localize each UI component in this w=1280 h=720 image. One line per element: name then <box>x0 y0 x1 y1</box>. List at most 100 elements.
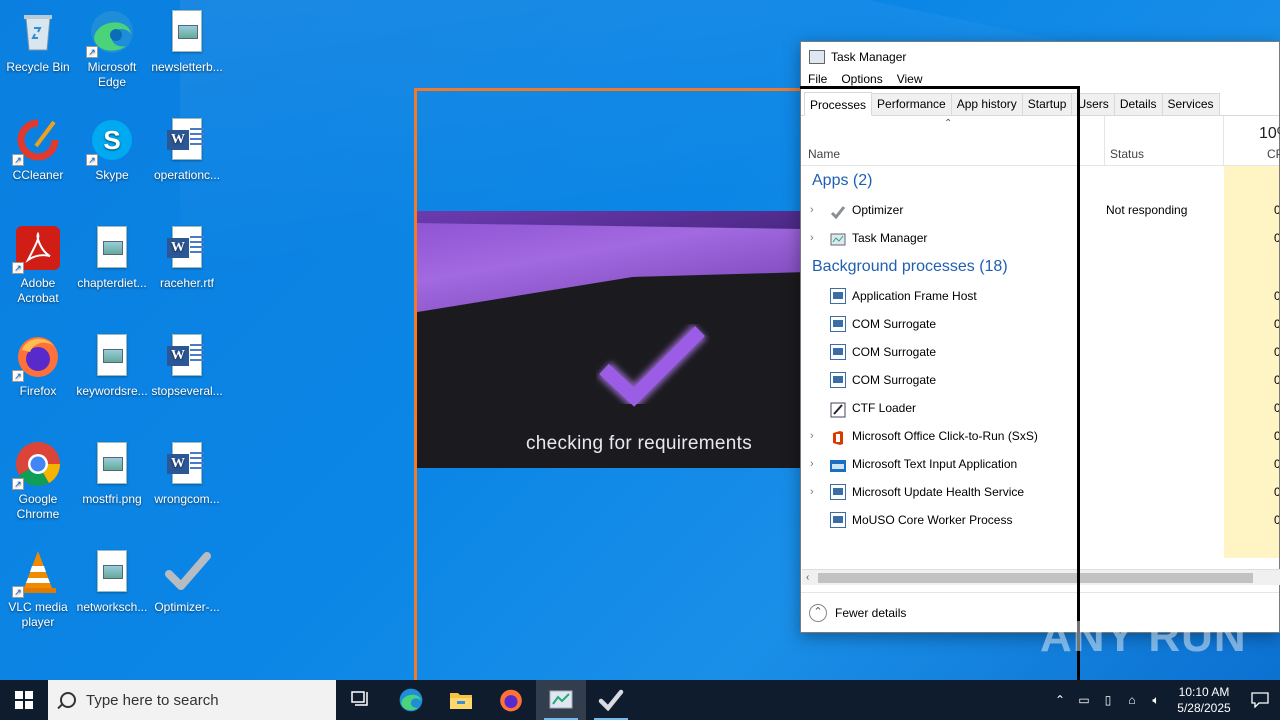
desktop-icon-chapterdiet[interactable]: chapterdiet... <box>74 224 150 291</box>
start-button[interactable] <box>0 680 48 720</box>
column-header-cpu[interactable]: CPU <box>1267 147 1280 161</box>
task-manager-titlebar[interactable]: Task Manager <box>801 42 1279 72</box>
image-file-icon <box>88 440 136 488</box>
process-cpu: 0 <box>1274 457 1279 471</box>
desktop-icon-label: Google Chrome <box>16 492 60 521</box>
action-center-button[interactable] <box>1240 680 1280 720</box>
edge-icon <box>399 688 423 712</box>
image-file-icon <box>163 8 211 56</box>
image-file-icon <box>88 224 136 272</box>
column-header-cpu-percent[interactable]: 10% <box>1259 125 1280 143</box>
desktop-icon-stopseveral[interactable]: W stopseveral... <box>149 332 225 399</box>
taskbar-edge[interactable] <box>386 680 436 720</box>
taskbar-optimizer[interactable] <box>586 680 636 720</box>
network-icon[interactable]: ⌂ <box>1120 693 1144 707</box>
ccleaner-icon: ↗ <box>12 116 62 166</box>
desktop-icon-recycle-bin[interactable]: Recycle Bin <box>0 8 76 75</box>
folder-icon <box>450 693 472 709</box>
task-view-button[interactable] <box>336 680 386 720</box>
desktop-icon-vlc[interactable]: ↗ VLC media player <box>0 548 76 630</box>
battery-icon[interactable]: ▯ <box>1096 693 1120 707</box>
desktop-icon-operationc[interactable]: W operationc... <box>149 116 225 183</box>
desktop-icon-label: mostfri.png <box>82 492 142 506</box>
desktop-icon-newsletterb[interactable]: newsletterb... <box>149 8 225 75</box>
search-icon <box>60 692 76 708</box>
desktop-icon-label: stopseveral... <box>151 384 223 398</box>
tab-services[interactable]: Services <box>1161 93 1220 115</box>
desktop-icon-label: operationc... <box>153 168 221 182</box>
column-divider[interactable] <box>1223 116 1224 166</box>
show-hidden-icons-chevron-icon[interactable]: ⌃ <box>1048 693 1072 707</box>
process-cpu: 0 <box>1274 317 1279 331</box>
desktop-icon-label: VLC media player <box>8 600 68 629</box>
desktop-icon-label: raceher.rtf <box>159 276 215 290</box>
desktop-icon-firefox[interactable]: ↗ Firefox <box>0 332 76 399</box>
word-document-icon: W <box>163 440 211 488</box>
taskbar-file-explorer[interactable] <box>436 680 486 720</box>
vlc-cone-icon: ↗ <box>12 548 62 598</box>
tablet-icon[interactable]: ▭ <box>1072 693 1096 707</box>
desktop-icon-ccleaner[interactable]: ↗ CCleaner <box>0 116 76 183</box>
shortcut-arrow-icon: ↗ <box>12 586 24 598</box>
desktop-icon-label: Firefox <box>19 384 57 398</box>
taskbar-task-manager[interactable] <box>536 680 586 720</box>
desktop-icon-label: Adobe Acrobat <box>17 276 59 305</box>
task-manager-icon <box>549 690 573 709</box>
window-title: Task Manager <box>831 50 907 64</box>
process-cpu: 0 <box>1274 429 1279 443</box>
desktop-icon-optimizer[interactable]: Optimizer-... <box>149 548 225 615</box>
word-document-icon: W <box>163 332 211 380</box>
desktop-icon-label: Microsoft Edge <box>87 60 137 89</box>
desktop-icon-label: Optimizer-... <box>154 600 220 614</box>
process-cpu: 0 <box>1274 345 1279 359</box>
desktop-icon-label: CCleaner <box>12 168 64 182</box>
tab-details[interactable]: Details <box>1113 93 1163 115</box>
selection-highlight-frame-dark <box>800 86 1080 686</box>
firefox-icon <box>500 689 522 712</box>
process-cpu: 0 <box>1274 231 1279 245</box>
volume-icon[interactable]: 🔈︎ <box>1144 693 1168 708</box>
skype-icon: S ↗ <box>86 116 136 166</box>
desktop-icon-keywordsre[interactable]: keywordsre... <box>74 332 150 399</box>
process-status: Not responding <box>1106 203 1188 217</box>
desktop-icon-label: wrongcom... <box>154 492 220 506</box>
anyrun-watermark: ANY RUN <box>1040 612 1247 661</box>
image-file-icon <box>88 548 136 596</box>
column-header-status[interactable]: Status <box>1110 147 1144 161</box>
desktop-icon-microsoft-edge[interactable]: ↗ Microsoft Edge <box>74 8 150 90</box>
desktop-icon-label: chapterdiet... <box>77 276 147 290</box>
column-divider[interactable] <box>1104 116 1105 166</box>
taskbar-search-box[interactable]: Type here to search <box>48 680 336 720</box>
desktop-icon-skype[interactable]: S ↗ Skype <box>74 116 150 183</box>
recycle-bin-icon <box>14 8 62 56</box>
notification-icon <box>1251 692 1269 708</box>
desktop-icon-label: Skype <box>95 168 129 182</box>
desktop-icon-adobe-acrobat[interactable]: ↗ Adobe Acrobat <box>0 224 76 306</box>
shortcut-arrow-icon: ↗ <box>12 154 24 166</box>
taskbar-firefox[interactable] <box>486 680 536 720</box>
image-file-icon <box>88 332 136 380</box>
word-document-icon: W <box>163 116 211 164</box>
process-cpu: 0 <box>1274 513 1279 527</box>
desktop-icon-google-chrome[interactable]: ↗ Google Chrome <box>0 440 76 522</box>
adobe-acrobat-icon: ↗ <box>12 224 62 274</box>
desktop-icon-label: newsletterb... <box>151 60 223 74</box>
desktop-icon-label: Recycle Bin <box>6 60 70 74</box>
shortcut-arrow-icon: ↗ <box>12 478 24 490</box>
shortcut-arrow-icon: ↗ <box>12 262 24 274</box>
shortcut-arrow-icon: ↗ <box>12 370 24 382</box>
chrome-icon: ↗ <box>12 440 62 490</box>
desktop-icon-wrongcom[interactable]: W wrongcom... <box>149 440 225 507</box>
shortcut-arrow-icon: ↗ <box>86 154 98 166</box>
taskbar-clock[interactable]: 10:10 AM 5/28/2025 <box>1168 684 1240 716</box>
desktop-icon-networksch[interactable]: networksch... <box>74 548 150 615</box>
task-manager-icon <box>809 50 825 64</box>
process-cpu: 0 <box>1274 203 1279 217</box>
desktop-icon-mostfri[interactable]: mostfri.png <box>74 440 150 507</box>
check-icon <box>598 689 624 711</box>
word-document-icon: W <box>163 224 211 272</box>
search-placeholder: Type here to search <box>86 691 219 709</box>
clock-date: 5/28/2025 <box>1177 701 1231 715</box>
desktop-icon-raceher[interactable]: W raceher.rtf <box>149 224 225 291</box>
windows-logo-icon <box>15 691 33 709</box>
